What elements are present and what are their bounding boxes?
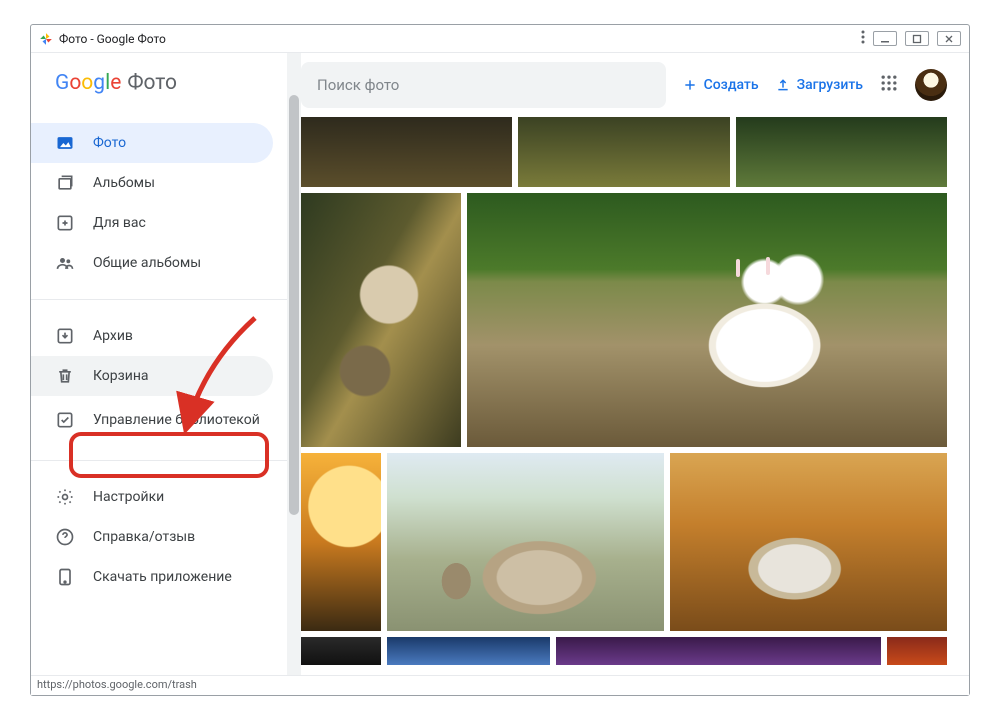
divider <box>31 299 287 300</box>
gear-icon <box>55 487 75 507</box>
sidebar-item-label: Корзина <box>93 368 149 384</box>
sidebar-item-label: Архив <box>93 328 133 344</box>
sidebar-item-for-you[interactable]: Для вас <box>31 203 273 243</box>
header: Поиск фото Создать Загрузить <box>301 53 969 117</box>
kebab-menu-icon[interactable] <box>861 30 865 47</box>
sidebar-item-label: Альбомы <box>93 175 155 191</box>
sidebar-item-manage-library[interactable]: Управление библиотекой <box>31 396 273 444</box>
photo-thumbnail[interactable] <box>736 117 947 187</box>
photo-thumbnail[interactable] <box>301 193 461 447</box>
app-pinwheel-icon <box>39 32 53 46</box>
sidebar-item-download-app[interactable]: Скачать приложение <box>31 557 273 597</box>
search-input[interactable]: Поиск фото <box>301 62 666 108</box>
apps-grid-icon[interactable] <box>879 73 899 97</box>
avatar[interactable] <box>915 69 947 101</box>
sidebar-item-label: Настройки <box>93 489 164 505</box>
grid-row <box>301 193 947 447</box>
photo-thumbnail[interactable] <box>387 637 550 665</box>
minimize-button[interactable] <box>873 31 897 46</box>
status-url: https://photos.google.com/trash <box>37 678 197 691</box>
sidebar-item-shared[interactable]: Общие альбомы <box>31 243 273 283</box>
upload-button[interactable]: Загрузить <box>775 77 863 93</box>
sidebar-item-help[interactable]: Справка/отзыв <box>31 517 273 557</box>
grid-row <box>301 117 947 187</box>
sidebar: Google Фото Фото Альбомы <box>31 53 287 695</box>
download-icon <box>55 567 75 587</box>
photo-thumbnail[interactable] <box>467 193 947 447</box>
upload-label: Загрузить <box>797 77 863 93</box>
close-button[interactable] <box>937 31 961 46</box>
logo[interactable]: Google Фото <box>31 71 287 103</box>
status-bar: https://photos.google.com/trash <box>31 675 969 695</box>
sidebar-item-label: Фото <box>93 135 126 151</box>
photo-icon <box>55 133 75 153</box>
nav-tertiary: Настройки Справка/отзыв Скачать приложен… <box>31 469 287 605</box>
sidebar-item-trash[interactable]: Корзина <box>31 356 273 396</box>
sidebar-item-archive[interactable]: Архив <box>31 316 273 356</box>
photo-thumbnail[interactable] <box>301 637 381 665</box>
photo-thumbnail[interactable] <box>887 637 947 665</box>
window-title: Фото - Google Фото <box>59 32 166 46</box>
help-icon <box>55 527 75 547</box>
people-icon <box>55 253 75 273</box>
sidebar-item-label: Для вас <box>93 215 146 231</box>
nav-primary: Фото Альбомы Для вас <box>31 103 287 291</box>
scrollbar-thumb[interactable] <box>289 95 299 515</box>
maximize-button[interactable] <box>905 31 929 46</box>
sidebar-item-albums[interactable]: Альбомы <box>31 163 273 203</box>
sidebar-item-label: Справка/отзыв <box>93 529 195 545</box>
grid-row <box>301 453 947 631</box>
nav-secondary: Архив Корзина Управление библиотекой <box>31 308 287 452</box>
app-window: Фото - Google Фото Google Фото <box>30 24 970 696</box>
main-panel: Поиск фото Создать Загрузить <box>301 53 969 695</box>
product-name: Фото <box>127 71 177 95</box>
create-button[interactable]: Создать <box>682 77 759 93</box>
search-placeholder: Поиск фото <box>317 76 399 94</box>
grid-row <box>301 637 947 665</box>
photo-thumbnail[interactable] <box>301 117 512 187</box>
sidebar-item-label: Общие альбомы <box>93 255 201 271</box>
photo-thumbnail[interactable] <box>518 117 729 187</box>
photo-thumbnail[interactable] <box>387 453 664 631</box>
sidebar-item-settings[interactable]: Настройки <box>31 477 273 517</box>
sidebar-item-label: Скачать приложение <box>93 569 232 585</box>
album-icon <box>55 173 75 193</box>
sidebar-item-label: Управление библиотекой <box>93 412 260 428</box>
sidebar-scrollbar[interactable] <box>287 53 301 695</box>
sidebar-item-photos[interactable]: Фото <box>31 123 273 163</box>
archive-icon <box>55 326 75 346</box>
trash-icon <box>55 366 75 386</box>
sparkle-plus-icon <box>55 213 75 233</box>
photo-thumbnail[interactable] <box>301 453 381 631</box>
photo-thumbnail[interactable] <box>670 453 947 631</box>
checklist-icon <box>55 410 75 430</box>
divider <box>31 460 287 461</box>
create-label: Создать <box>704 77 759 93</box>
photo-thumbnail[interactable] <box>556 637 881 665</box>
titlebar: Фото - Google Фото <box>31 25 969 53</box>
photo-grid <box>301 117 947 695</box>
content-area: Google Фото Фото Альбомы <box>31 53 969 695</box>
